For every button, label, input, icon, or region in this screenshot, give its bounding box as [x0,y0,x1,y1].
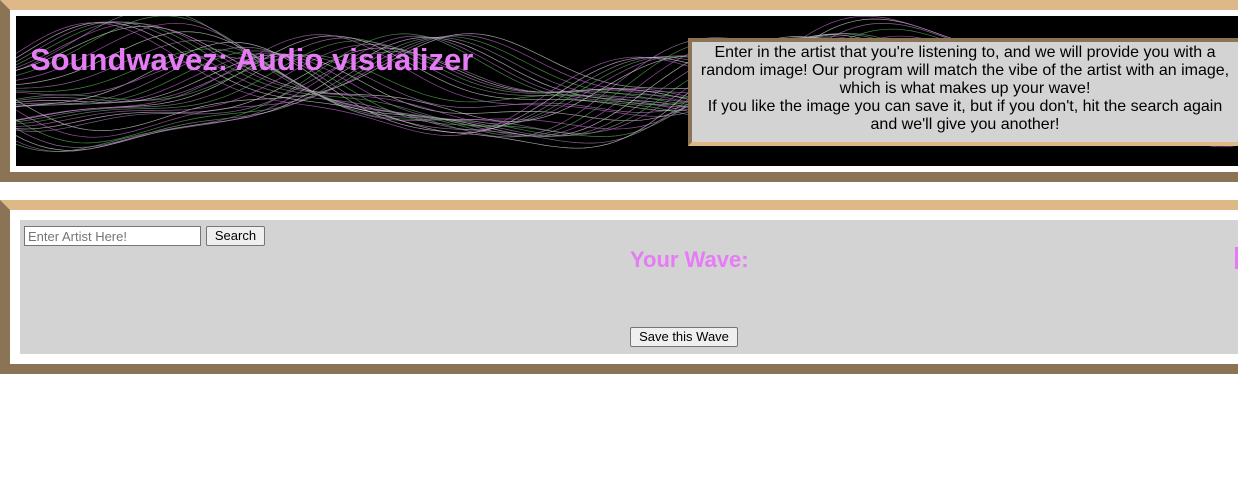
search-button[interactable]: Search [206,226,265,246]
wave-panel: Search Your Wave: Save this Wave [0,200,1238,374]
instructions-box: Enter in the artist that you're listenin… [688,38,1238,146]
header-wave-background: Soundwavez: Audio visualizer Enter in th… [16,16,1238,166]
artist-search-input[interactable] [24,226,201,246]
instructions-text-1: Enter in the artist that you're listenin… [700,44,1230,97]
app-title: Soundwavez: Audio visualizer [30,42,474,77]
save-wave-button[interactable]: Save this Wave [630,327,738,347]
wave-panel-content: Search Your Wave: Save this Wave [20,220,1238,354]
header-banner: Soundwavez: Audio visualizer Enter in th… [0,0,1238,182]
your-wave-heading: Your Wave: [630,247,749,272]
instructions-text-2: If you like the image you can save it, b… [707,98,1223,133]
